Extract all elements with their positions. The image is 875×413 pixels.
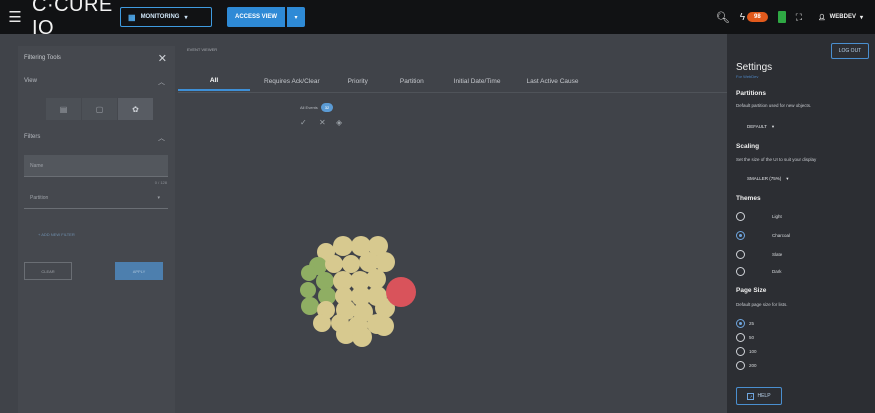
theme-option-light[interactable]: Light (736, 212, 782, 221)
page-size-option-200[interactable]: 200 (736, 361, 757, 370)
external-link-icon: ↗ (747, 392, 755, 400)
bolt-icon: ϟ (739, 11, 746, 23)
radio-button[interactable] (736, 347, 745, 356)
radio-button[interactable] (736, 333, 745, 342)
user-icon: 👤︎ (818, 14, 826, 21)
page-size-label: 50 (749, 335, 755, 340)
page-size-label: 25 (749, 321, 755, 326)
theme-label: Dark (772, 269, 782, 274)
partition-select[interactable]: DEFAULT ▾ (747, 124, 774, 130)
scaling-select-value: SMALLER (75%) (747, 176, 782, 181)
radio-button[interactable] (736, 250, 745, 259)
help-label: HELP (757, 393, 771, 399)
help-button[interactable]: ↗ HELP (736, 387, 782, 405)
partitions-description: Default partition used for new objects. (736, 103, 812, 108)
chevron-down-icon: ▾ (184, 14, 188, 21)
page-size-label: 100 (749, 349, 757, 354)
logout-button[interactable]: LOG OUT (831, 43, 869, 59)
connection-status-icon[interactable] (777, 11, 786, 23)
event-bubble[interactable] (325, 255, 343, 273)
chevron-down-icon: ▾ (786, 176, 789, 181)
partition-select-value: DEFAULT (747, 124, 767, 129)
event-bubble[interactable] (300, 282, 316, 298)
theme-option-slate[interactable]: Slate (736, 250, 782, 259)
page-size-option-25[interactable]: 25 (736, 319, 754, 328)
partitions-heading: Partitions (736, 90, 766, 97)
alarm-indicator[interactable]: ϟ 98 (740, 12, 768, 23)
chevron-down-icon: ▾ (859, 14, 863, 21)
event-bubble[interactable] (301, 265, 317, 281)
top-bar: ☰ C·CURE IQ ▦ MONITORING ▾ ACCESS VIEW ▾… (0, 0, 875, 39)
radio-button[interactable] (736, 267, 745, 276)
access-view-dropdown[interactable]: ▾ (287, 7, 306, 27)
event-bubble[interactable] (375, 252, 395, 272)
radio-button-selected[interactable] (736, 319, 745, 328)
page-size-option-100[interactable]: 100 (736, 347, 757, 356)
top-right-controls: 🔍︎ ϟ 98 ⛶ 👤︎ WEBDEV ▾ (716, 0, 875, 34)
radio-button-selected[interactable] (736, 231, 745, 240)
alarm-count-badge: 98 (747, 12, 768, 22)
theme-option-charcoal[interactable]: Charcoal (736, 231, 790, 240)
theme-label: Slate (772, 252, 783, 257)
fullscreen-icon[interactable]: ⛶ (796, 12, 802, 23)
mode-select[interactable]: ▦ MONITORING ▾ (120, 7, 212, 27)
search-icon[interactable]: 🔍︎ (716, 11, 730, 24)
event-bubble[interactable] (366, 269, 386, 289)
page-size-option-50[interactable]: 50 (736, 333, 754, 342)
settings-panel: LOG OUT Settings For WebDev Partitions D… (727, 34, 875, 413)
event-bubble[interactable] (313, 314, 331, 332)
mode-select-label: MONITORING (140, 14, 180, 20)
user-menu[interactable]: 👤︎ WEBDEV ▾ (818, 14, 863, 21)
event-bubble-alarm[interactable] (386, 277, 416, 307)
scaling-description: Set the size of the UI to suit your disp… (736, 157, 817, 162)
theme-label: Charcoal (772, 233, 791, 238)
radio-button[interactable] (736, 212, 745, 221)
settings-subtitle: For WebDev (736, 74, 759, 79)
menu-icon[interactable]: ☰ (0, 0, 30, 34)
radio-button[interactable] (736, 361, 745, 370)
event-bubble-chart (300, 236, 416, 347)
themes-heading: Themes (736, 195, 761, 202)
theme-label: Light (772, 214, 782, 219)
page-size-heading: Page Size (736, 287, 767, 294)
chevron-down-icon: ▾ (771, 124, 775, 129)
main-content: Filtering Tools ✕ View ︿ ▤ ▢ ✿ Filters ︿… (0, 34, 727, 413)
grid-icon: ▦ (128, 12, 136, 22)
event-bubble[interactable] (333, 236, 353, 256)
page-size-description: Default page size for lists. (736, 302, 788, 307)
event-bubble[interactable] (301, 297, 319, 315)
scaling-heading: Scaling (736, 143, 760, 150)
event-bubble[interactable] (374, 316, 394, 336)
settings-title: Settings (736, 62, 773, 73)
theme-option-dark[interactable]: Dark (736, 267, 782, 276)
page-size-label: 200 (749, 363, 757, 368)
scaling-select[interactable]: SMALLER (75%) ▾ (747, 176, 789, 182)
access-view-button[interactable]: ACCESS VIEW (227, 7, 286, 27)
event-bubble[interactable] (352, 327, 372, 347)
event-bubble[interactable] (342, 255, 360, 273)
user-name: WEBDEV (829, 14, 856, 20)
